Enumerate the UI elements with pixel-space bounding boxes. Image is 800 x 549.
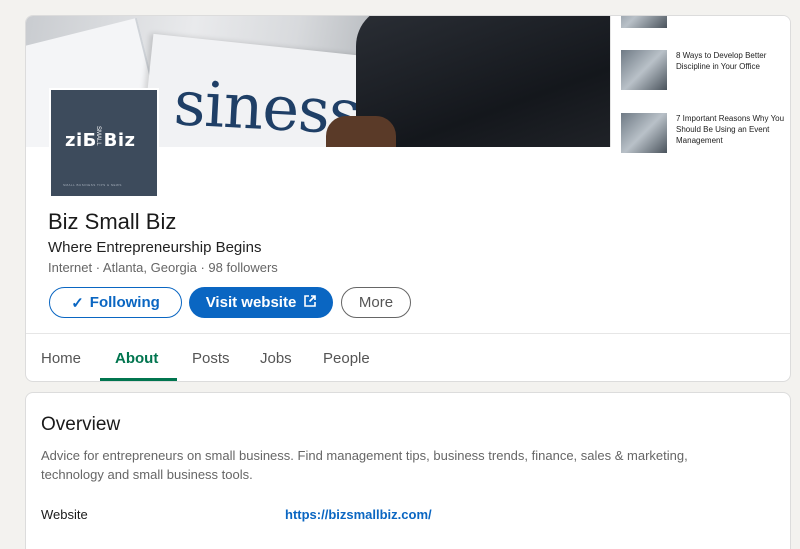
following-label: Following (89, 294, 160, 311)
company-name: Biz Small Biz (48, 209, 177, 234)
tab-posts[interactable]: Posts (192, 350, 230, 367)
company-tagline: Where Entrepreneurship Begins (48, 239, 262, 256)
banner-article: 8 Ways to Develop Better Discipline in Y… (621, 50, 790, 90)
article-title: 8 Ways to Develop Better Discipline in Y… (676, 51, 767, 71)
banner-article (621, 16, 790, 28)
visit-website-button[interactable]: Visit website (189, 287, 333, 318)
company-logo-mark: ziƂ Biz SMALL SMALL BUSINESS TIPS & NEWS (51, 90, 157, 196)
article-thumbnail (621, 113, 667, 153)
company-profile-card: siness 8 Ways to Develop Better Discipli… (25, 15, 791, 382)
website-link[interactable]: https://bizsmallbiz.com/ (285, 507, 432, 522)
tab-jobs[interactable]: Jobs (260, 350, 292, 367)
tab-about[interactable]: About (115, 350, 158, 367)
overview-title: Overview (41, 414, 121, 435)
visit-website-label: Visit website (205, 294, 297, 311)
tab-home[interactable]: Home (41, 350, 81, 367)
website-label: Website (41, 507, 88, 522)
external-link-icon (304, 295, 317, 310)
active-tab-indicator (100, 378, 177, 381)
more-button[interactable]: More (341, 287, 411, 318)
company-meta: Internet · Atlanta, Georgia · 98 followe… (48, 260, 278, 275)
tab-people[interactable]: People (323, 350, 370, 367)
logo-small-word: SMALL (95, 126, 101, 146)
article-title: 7 Important Reasons Why You Should Be Us… (676, 114, 785, 145)
logo-tagline: SMALL BUSINESS TIPS & NEWS (63, 183, 122, 187)
check-icon: ✓ (71, 294, 84, 312)
banner-article: 7 Important Reasons Why You Should Be Us… (621, 113, 790, 153)
overview-description: Advice for entrepreneurs on small busine… (41, 448, 688, 482)
banner-hand (326, 116, 396, 147)
banner-article-strip: 8 Ways to Develop Better Discipline in Y… (610, 16, 790, 153)
company-logo[interactable]: ziƂ Biz SMALL SMALL BUSINESS TIPS & NEWS (49, 88, 159, 198)
overview-card: Overview Advice for entrepreneurs on sma… (25, 392, 791, 549)
article-thumbnail (621, 16, 667, 28)
following-button[interactable]: ✓ Following (49, 287, 182, 318)
company-tabs: Home About Posts Jobs People (26, 334, 790, 381)
article-thumbnail (621, 50, 667, 90)
